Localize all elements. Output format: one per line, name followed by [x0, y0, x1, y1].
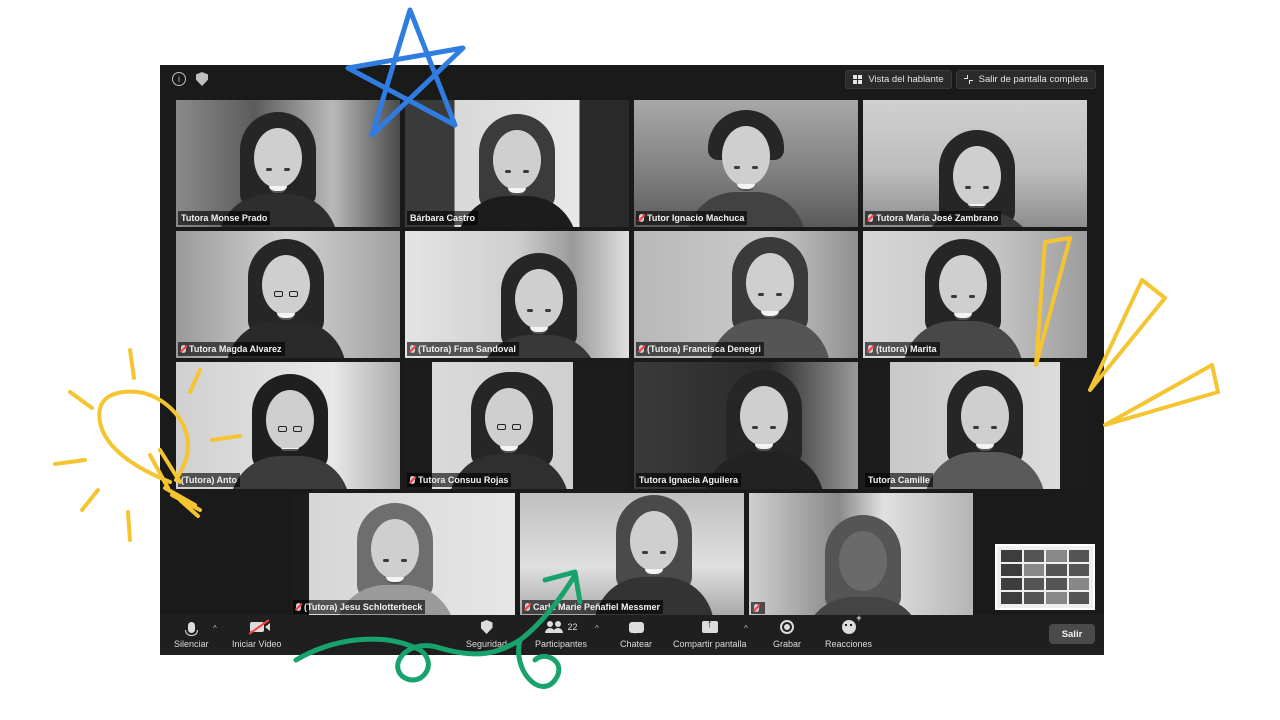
participant-name: Bárbara Castro [410, 213, 476, 223]
video-tile[interactable]: Tutor Ignacio Machuca [634, 100, 858, 227]
participant-name: (Tutora) Fran Sandoval [418, 344, 516, 354]
participant-name: (Tutora) Jesu Schlotterbeck [304, 602, 423, 612]
exit-fullscreen-icon [963, 75, 973, 84]
participants-button[interactable]: 22 Participantes [535, 619, 587, 649]
start-video-button[interactable]: Iniciar Video [232, 619, 281, 649]
participant-name: Tutora Magda Alvarez [189, 344, 282, 354]
participant-name-tag: (tutora) Marita [865, 342, 940, 356]
participant-name: (Tutora) Francisca Denegri [647, 344, 761, 354]
participant-name-tag: Tutora Ignacia Aguilera [636, 473, 742, 487]
share-label: Compartir pantalla [673, 639, 747, 649]
video-tile[interactable]: Tutora Monse Prado [176, 100, 400, 227]
participant-name: Carla Marie Peñafiel Messmer [533, 602, 661, 612]
video-tile[interactable]: Bárbara Castro [405, 100, 629, 227]
participant-name-tag: Tutora Magda Alvarez [178, 342, 285, 356]
participant-name-tag: Bárbara Castro [407, 211, 479, 225]
security-shield-icon [480, 620, 493, 634]
video-tile[interactable]: (Tutora) Anto [176, 362, 400, 489]
encryption-shield-icon[interactable] [196, 72, 208, 86]
participant-name: Tutora María José Zambrano [876, 213, 999, 223]
video-tile[interactable] [749, 493, 973, 616]
muted-mic-icon [296, 603, 301, 611]
exit-fullscreen-label: Salir de pantalla completa [978, 74, 1088, 85]
chat-icon [628, 621, 644, 634]
participant-name: Tutora Ignacia Aguilera [639, 475, 739, 485]
participant-name-tag: Tutora María José Zambrano [865, 211, 1002, 225]
video-tile[interactable]: Tutora Magda Alvarez [176, 231, 400, 358]
muted-mic-icon [525, 603, 530, 611]
reactions-label: Reacciones [825, 639, 873, 649]
grid-view-icon [853, 75, 863, 84]
meeting-toolbar: Silenciar ^ Iniciar Video Seguridad 22 P… [160, 613, 1104, 655]
participants-options-caret-icon[interactable]: ^ [595, 624, 599, 633]
video-tile[interactable]: Carla Marie Peñafiel Messmer [520, 493, 744, 616]
muted-mic-icon [410, 476, 415, 484]
reactions-button[interactable]: Reacciones [825, 613, 873, 649]
muted-mic-icon [868, 345, 873, 353]
speaker-view-label: Vista del hablante [868, 74, 944, 85]
leave-button[interactable]: Salir [1049, 624, 1095, 644]
thumbnail-grid [1001, 550, 1089, 604]
view-controls: Vista del hablante Salir de pantalla com… [845, 70, 1096, 89]
participant-name-tag: (Tutora) Fran Sandoval [407, 342, 519, 356]
participant-name-tag [751, 602, 765, 614]
stage: i Vista del hablante Salir de pantalla c… [0, 0, 1280, 720]
meeting-info-group: i [172, 72, 208, 86]
chat-label: Chatear [620, 639, 653, 649]
muted-mic-icon [639, 345, 644, 353]
share-screen-icon [701, 618, 718, 633]
muted-mic-icon [410, 345, 415, 353]
muted-mic-icon [639, 214, 644, 222]
participant-name-tag: (Tutora) Jesu Schlotterbeck [293, 600, 426, 614]
microphone-icon [184, 621, 198, 636]
participants-label: Participantes [535, 639, 588, 649]
video-tile[interactable]: Tutora Camille [863, 362, 1087, 489]
participant-name-tag: Tutor Ignacio Machuca [636, 211, 748, 225]
zoom-window: i Vista del hablante Salir de pantalla c… [160, 65, 1104, 655]
participant-name: Tutora Camille [868, 475, 930, 485]
participants-count: 22 [567, 622, 578, 632]
participant-name-tag: Tutora Monse Prado [178, 211, 271, 225]
muted-mic-icon [181, 345, 186, 353]
speaker-view-button[interactable]: Vista del hablante [845, 70, 952, 89]
video-label: Iniciar Video [232, 639, 282, 649]
participant-name: (Tutora) Anto [181, 475, 237, 485]
share-options-caret-icon[interactable]: ^ [744, 624, 748, 633]
participant-name-tag: Carla Marie Peñafiel Messmer [522, 600, 664, 614]
audio-options-caret-icon[interactable]: ^ [213, 624, 217, 633]
record-icon [780, 620, 794, 634]
record-label: Grabar [773, 639, 802, 649]
video-tile[interactable]: (Tutora) Jesu Schlotterbeck [291, 493, 515, 616]
muted-mic-icon [754, 604, 759, 612]
mute-label: Silenciar [174, 639, 209, 649]
security-label: Seguridad [466, 639, 508, 649]
video-tile[interactable]: (Tutora) Francisca Denegri [634, 231, 858, 358]
participants-icon [544, 621, 565, 633]
share-screen-button[interactable]: Compartir pantalla [673, 618, 747, 649]
participant-name: Tutor Ignacio Machuca [647, 213, 745, 223]
record-button[interactable]: Grabar [773, 619, 801, 649]
participant-name: Tutora Monse Prado [181, 213, 268, 223]
chat-button[interactable]: Chatear [620, 619, 652, 649]
video-tile[interactable]: (Tutora) Fran Sandoval [405, 231, 629, 358]
video-tile[interactable]: Tutora María José Zambrano [863, 100, 1087, 227]
muted-mic-icon [868, 214, 873, 222]
video-tile[interactable]: (tutora) Marita [863, 231, 1087, 358]
participant-name-tag: (Tutora) Francisca Denegri [636, 342, 764, 356]
participant-name-tag: Tutora Camille [865, 473, 933, 487]
security-button[interactable]: Seguridad [466, 619, 507, 649]
participant-name-tag: (Tutora) Anto [178, 473, 240, 487]
video-off-icon [249, 622, 270, 632]
video-tile-active-speaker[interactable]: Tutora Ignacia Aguilera [634, 362, 858, 489]
participant-name: (tutora) Marita [876, 344, 937, 354]
participant-name-tag: Tutora Consuu Rojas [407, 473, 512, 487]
exit-fullscreen-button[interactable]: Salir de pantalla completa [955, 70, 1096, 89]
video-tile[interactable]: Tutora Consuu Rojas [405, 362, 629, 489]
reactions-icon [841, 613, 862, 634]
info-icon[interactable]: i [172, 72, 186, 86]
mute-button[interactable]: Silenciar [174, 619, 209, 649]
gallery-thumbnail[interactable] [995, 544, 1095, 610]
participant-name: Tutora Consuu Rojas [418, 475, 509, 485]
